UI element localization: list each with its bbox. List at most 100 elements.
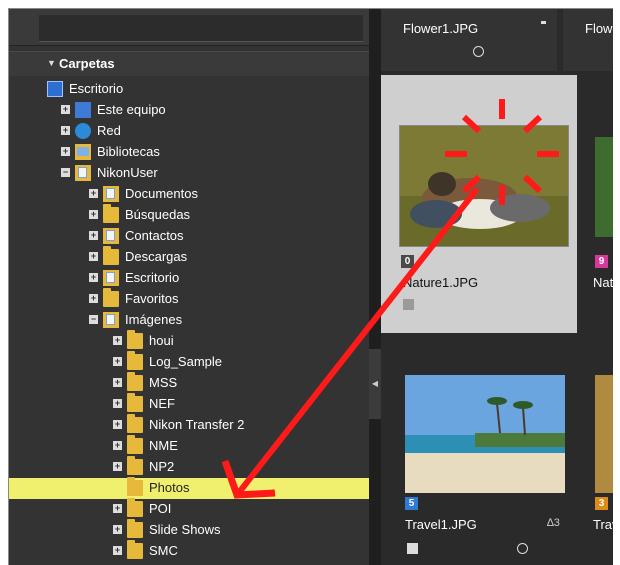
folder-folder-icon: [127, 393, 143, 412]
grid-header-cell[interactable]: Flower1.JPG: [381, 9, 557, 71]
pc-folder-icon: [75, 102, 91, 118]
folders-section-header[interactable]: ▼ Carpetas: [9, 51, 369, 76]
folder-tree-item[interactable]: + Búsquedas: [9, 204, 369, 226]
collapse-panel-handle[interactable]: ◀: [369, 349, 381, 419]
folder-tree-item[interactable]: + Nikon Transfer 2: [9, 414, 369, 436]
expand-icon[interactable]: +: [113, 420, 122, 429]
expand-icon[interactable]: +: [89, 252, 98, 261]
folder-tree-item[interactable]: + Favoritos: [9, 288, 369, 310]
doc-folder-icon: [103, 312, 119, 328]
folder-folder-icon: [127, 477, 143, 496]
rating-badge: 0: [401, 255, 414, 268]
folder-tree-item[interactable]: + Log_Sample: [9, 351, 369, 373]
duck-photo: [400, 126, 568, 246]
header-mark-icon: [541, 21, 546, 24]
folder-tree-item-label: Slide Shows: [149, 522, 221, 537]
folders-panel: ▼ Carpetas Escritorio + Este equipo + Red + Bi…: [9, 9, 369, 565]
folder-tree-item[interactable]: + houi: [9, 330, 369, 352]
thumbnail-cell-3[interactable]: 5 Travel1.JPG ∆3: [381, 345, 577, 565]
thumbnail-image-3[interactable]: [405, 375, 565, 493]
panel-toolbar-box: [39, 15, 363, 42]
folder-tree-item[interactable]: + Bibliotecas: [9, 142, 369, 163]
folder-tree-item[interactable]: + Contactos: [9, 226, 369, 247]
folder-tree-item-label: Escritorio: [125, 270, 180, 285]
folder-tree-item[interactable]: + NME: [9, 435, 369, 457]
folder-tree-item[interactable]: − NikonUser: [9, 163, 369, 184]
expand-icon[interactable]: +: [113, 525, 122, 534]
folder-tree-item[interactable]: + NEF: [9, 393, 369, 415]
expand-icon[interactable]: +: [113, 504, 122, 513]
rating-badge-4: 3: [595, 497, 608, 510]
folder-tree-item[interactable]: + Este equipo: [9, 100, 369, 121]
expand-icon[interactable]: +: [113, 378, 122, 387]
nikon-browser-window: ▼ Carpetas Escritorio + Este equipo + Red + Bi…: [8, 8, 613, 565]
collapse-triangle-icon[interactable]: ▼: [47, 58, 56, 68]
doc-folder-icon: [103, 228, 119, 244]
doc-folder-icon: [103, 186, 119, 202]
collapse-icon[interactable]: −: [61, 168, 70, 177]
folder-tree-item-label: Favoritos: [125, 291, 179, 306]
expand-icon[interactable]: +: [61, 147, 70, 156]
globe-icon-3: [517, 543, 528, 554]
info-icon: [403, 299, 414, 310]
collapse-icon[interactable]: −: [89, 315, 98, 324]
folder-tree-item[interactable]: + Descargas: [9, 246, 369, 268]
panel-toolbar: [9, 9, 369, 46]
folder-tree-item-label: houi: [149, 333, 174, 348]
folder-tree-item[interactable]: + POI: [9, 498, 369, 520]
folder-tree-item-label: MSS: [149, 375, 178, 390]
thumbnail-image[interactable]: [399, 125, 569, 247]
doc-folder-icon: [103, 270, 119, 286]
thumbnail-file-name-2: Natu: [593, 275, 613, 290]
expand-icon[interactable]: +: [89, 210, 98, 219]
thumbnail-cell[interactable]: 0 Nature1.JPG: [381, 75, 577, 333]
folder-tree-item-label: NEF: [149, 396, 175, 411]
folder-tree-item-label: Imágenes: [125, 312, 183, 327]
panel-splitter[interactable]: ◀: [369, 9, 381, 565]
folder-folder-icon: [127, 540, 143, 559]
thumbnail-cell-2[interactable]: 9 Natu: [585, 75, 613, 333]
thumbnail-cell-4[interactable]: 3 Trave: [585, 345, 613, 565]
folder-tree-item[interactable]: + SMC: [9, 540, 369, 562]
thumbnail-image-2[interactable]: [595, 137, 613, 237]
desk-folder-icon: [47, 81, 63, 97]
grid-header-cell-2[interactable]: Flow: [563, 9, 613, 71]
expand-icon[interactable]: +: [61, 126, 70, 135]
folder-folder-icon: [127, 372, 143, 391]
folder-tree-item-label: Contactos: [125, 228, 184, 243]
folder-tree-item-label: Este equipo: [97, 102, 166, 117]
folder-tree-item[interactable]: Escritorio: [9, 79, 369, 100]
expand-icon[interactable]: +: [89, 189, 98, 198]
folder-tree-item[interactable]: Photos: [9, 477, 369, 499]
expand-icon[interactable]: +: [89, 231, 98, 240]
thumbnail-file-name-4: Trave: [593, 517, 613, 532]
folder-tree-item[interactable]: + Slide Shows: [9, 519, 369, 541]
thumbnail-file-name: Nature1.JPG: [403, 275, 479, 290]
folder-tree-item-label: Red: [97, 123, 121, 138]
expand-icon[interactable]: +: [89, 273, 98, 282]
folder-tree-item[interactable]: + Red: [9, 121, 369, 142]
folder-tree-item[interactable]: − Imágenes: [9, 310, 369, 331]
folder-tree-item-label: Documentos: [125, 186, 198, 201]
expand-icon[interactable]: +: [113, 336, 122, 345]
folder-folder-icon: [127, 330, 143, 349]
folder-tree-item[interactable]: + Escritorio: [9, 268, 369, 289]
expand-icon[interactable]: +: [113, 462, 122, 471]
folder-tree-item-label: POI: [149, 501, 172, 516]
expand-icon[interactable]: +: [113, 357, 122, 366]
folder-tree-item[interactable]: + NP2: [9, 456, 369, 478]
folder-tree-item[interactable]: + Documentos: [9, 184, 369, 205]
doc-folder-icon: [75, 165, 91, 181]
folder-tree-item[interactable]: + MSS: [9, 372, 369, 394]
folder-tree-item-label: SMC: [149, 543, 178, 558]
folder-tree-item-label: Descargas: [125, 249, 188, 264]
expand-icon[interactable]: +: [89, 294, 98, 303]
expand-icon[interactable]: +: [113, 546, 122, 555]
globe-icon: [473, 46, 484, 57]
expand-icon[interactable]: +: [113, 399, 122, 408]
folder-tree-item-label: Escritorio: [69, 81, 124, 96]
expand-icon[interactable]: +: [113, 441, 122, 450]
folder-folder-icon: [127, 351, 143, 370]
expand-icon[interactable]: +: [61, 105, 70, 114]
thumbnail-image-4[interactable]: [595, 375, 613, 493]
